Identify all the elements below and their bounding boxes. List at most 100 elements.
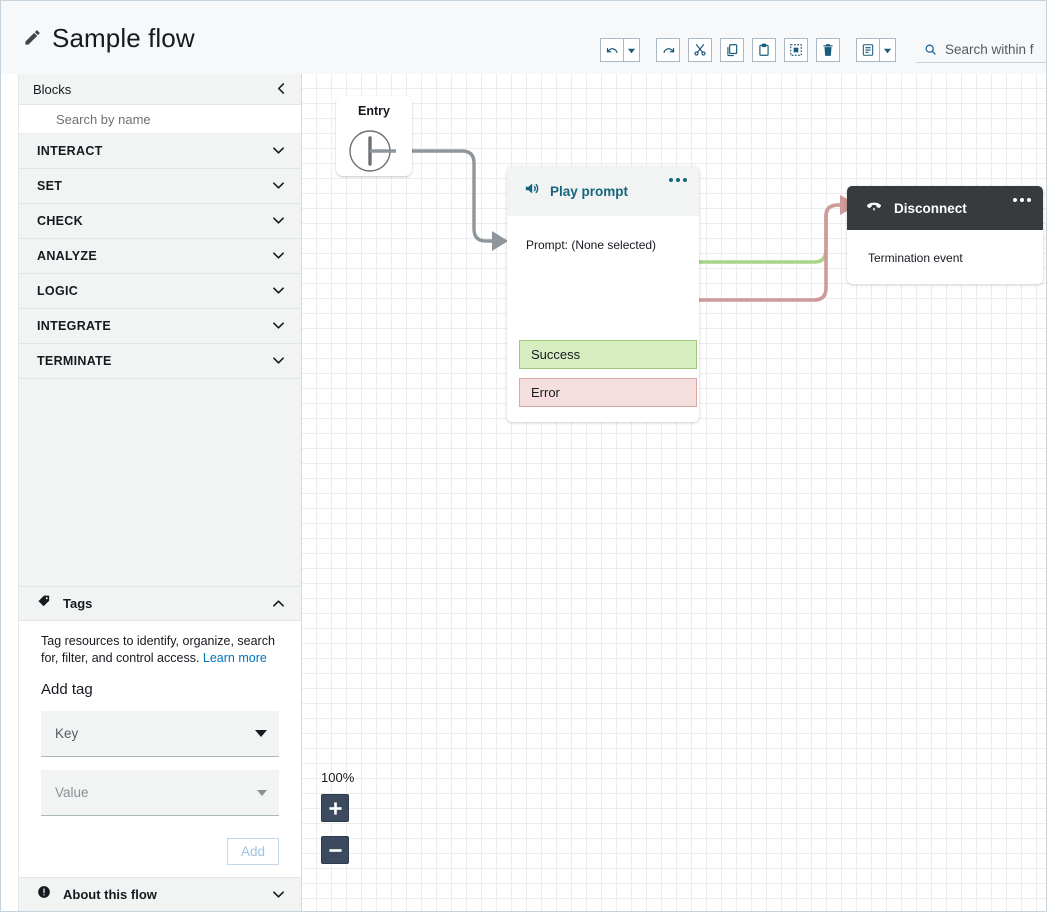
- arrowhead-entry: [492, 231, 508, 251]
- tag-icon: [37, 594, 51, 613]
- chevron-down-icon[interactable]: [272, 247, 285, 265]
- branch-error-label: Error: [531, 385, 560, 400]
- tag-key-select[interactable]: Key: [41, 711, 279, 757]
- category-label: LOGIC: [37, 284, 78, 298]
- speaker-icon: [523, 180, 540, 202]
- sidebar-category-logic[interactable]: LOGIC: [19, 274, 301, 309]
- notes-dropdown-button[interactable]: [879, 38, 896, 62]
- category-label: INTERACT: [37, 144, 103, 158]
- sidebar-category-terminate[interactable]: TERMINATE: [19, 344, 301, 379]
- chevron-down-icon: [255, 730, 267, 737]
- about-this-flow-header[interactable]: About this flow: [19, 877, 301, 911]
- zoom-out-button[interactable]: [321, 836, 349, 864]
- search-icon: [33, 113, 46, 126]
- chevron-down-icon[interactable]: [272, 177, 285, 195]
- sidebar-category-interact[interactable]: INTERACT: [19, 134, 301, 169]
- notes-group: [856, 38, 896, 62]
- node-play-prompt-title: Play prompt: [550, 184, 628, 199]
- flow-canvas[interactable]: Entry Play prompt Prompt: (: [302, 74, 1046, 911]
- tags-section-header[interactable]: Tags: [19, 587, 301, 621]
- sidebar-category-check[interactable]: CHECK: [19, 204, 301, 239]
- node-disconnect[interactable]: Disconnect Termination event: [847, 186, 1043, 284]
- about-title: About this flow: [63, 887, 157, 902]
- category-label: TERMINATE: [37, 354, 112, 368]
- node-entry[interactable]: Entry: [336, 96, 412, 176]
- notes-button[interactable]: [856, 38, 879, 62]
- chevron-up-icon[interactable]: [272, 595, 285, 613]
- zoom-level-label: 100%: [321, 770, 354, 785]
- flow-designer-app: Sample flow: [0, 0, 1047, 912]
- entry-port-icon: [336, 96, 412, 176]
- flow-title-wrap: Sample flow: [1, 25, 195, 51]
- tags-body: Tag resources to identify, organize, sea…: [19, 621, 301, 877]
- copy-button[interactable]: [720, 38, 744, 62]
- undo-button[interactable]: [600, 38, 623, 62]
- search-input-placeholder: Search by name: [56, 112, 151, 127]
- add-tag-actions: Add: [41, 838, 279, 877]
- more-options-icon[interactable]: [1013, 198, 1031, 202]
- block-category-list: INTERACT SET CHECK ANALYZE: [19, 134, 301, 379]
- node-play-prompt[interactable]: Play prompt Prompt: (None selected) Succ…: [507, 166, 699, 422]
- blocks-header: Blocks: [19, 74, 301, 105]
- chevron-down-icon[interactable]: [272, 282, 285, 300]
- sidebar-category-set[interactable]: SET: [19, 169, 301, 204]
- paste-button[interactable]: [752, 38, 776, 62]
- pencil-icon[interactable]: [23, 28, 42, 47]
- chevron-down-icon[interactable]: [272, 142, 285, 160]
- title-bar: Sample flow: [1, 1, 1046, 74]
- sidebar-spacer: [19, 379, 301, 586]
- more-options-icon[interactable]: [669, 178, 687, 182]
- node-disconnect-title: Disconnect: [894, 201, 967, 216]
- page-title: Sample flow: [52, 25, 195, 51]
- phone-hangup-icon: [865, 197, 883, 220]
- chevron-down-icon[interactable]: [272, 352, 285, 370]
- undo-dropdown-button[interactable]: [623, 38, 640, 62]
- category-label: CHECK: [37, 214, 83, 228]
- node-disconnect-header: Disconnect: [847, 186, 1043, 230]
- redo-button[interactable]: [656, 38, 680, 62]
- blocks-header-label: Blocks: [33, 82, 71, 97]
- undo-group: [600, 38, 640, 62]
- tag-key-placeholder: Key: [55, 726, 78, 741]
- cut-button[interactable]: [688, 38, 712, 62]
- tag-value-select[interactable]: Value: [41, 770, 279, 816]
- learn-more-link[interactable]: Learn more: [203, 651, 267, 665]
- branch-success-label: Success: [531, 347, 580, 362]
- chevron-down-icon[interactable]: [272, 317, 285, 335]
- chevron-down-icon: [627, 46, 636, 55]
- chevron-down-icon[interactable]: [272, 886, 285, 904]
- chevron-left-icon[interactable]: [276, 82, 287, 97]
- tags-title: Tags: [63, 596, 92, 611]
- branch-error[interactable]: Error: [519, 378, 697, 407]
- category-label: INTEGRATE: [37, 319, 111, 333]
- sidebar-category-analyze[interactable]: ANALYZE: [19, 239, 301, 274]
- select-all-button[interactable]: [784, 38, 808, 62]
- search-input[interactable]: Search by name: [19, 105, 301, 134]
- tags-description: Tag resources to identify, organize, sea…: [41, 633, 279, 667]
- category-label: ANALYZE: [37, 249, 97, 263]
- minus-icon: [328, 843, 343, 858]
- sidebar-category-integrate[interactable]: INTEGRATE: [19, 309, 301, 344]
- chevron-down-icon: [257, 790, 267, 796]
- search-within-placeholder: Search within f: [945, 42, 1034, 57]
- chevron-down-icon[interactable]: [272, 212, 285, 230]
- blocks-sidebar: Blocks Search by name INTERACT SET: [18, 74, 302, 911]
- delete-button[interactable]: [816, 38, 840, 62]
- search-icon: [924, 43, 937, 56]
- node-play-prompt-header: Play prompt: [507, 166, 699, 216]
- editor-toolbar: Search within f: [600, 37, 1046, 63]
- zoom-in-button[interactable]: [321, 794, 349, 822]
- zoom-controls: 100%: [321, 770, 354, 878]
- add-tag-label: Add tag: [41, 681, 279, 698]
- plus-icon: [328, 801, 343, 816]
- add-tag-button[interactable]: Add: [227, 838, 279, 865]
- branch-success[interactable]: Success: [519, 340, 697, 369]
- search-within-flow[interactable]: Search within f: [916, 37, 1046, 63]
- connector-error: [692, 205, 848, 300]
- tag-value-placeholder: Value: [55, 785, 89, 800]
- node-play-prompt-body: Prompt: (None selected): [507, 216, 699, 252]
- info-icon: [37, 885, 51, 904]
- node-disconnect-body: Termination event: [847, 230, 1043, 265]
- chevron-down-icon: [883, 46, 892, 55]
- tags-panel: Tags Tag resources to identify, organize…: [19, 586, 301, 911]
